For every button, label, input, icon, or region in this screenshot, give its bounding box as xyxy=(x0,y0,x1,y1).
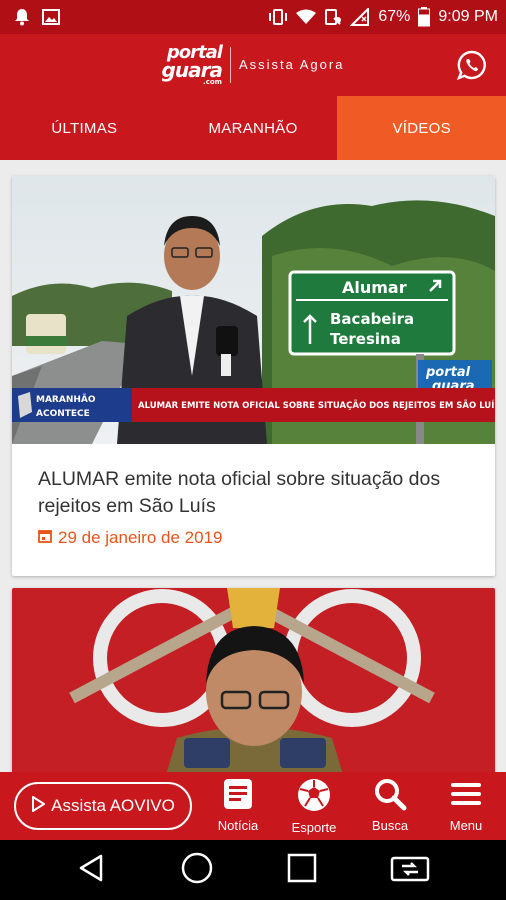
status-bar: 67% 9:09 PM xyxy=(0,0,506,34)
road-sign-bacabeira: Bacabeira xyxy=(330,310,414,328)
soccer-ball-icon xyxy=(296,777,332,816)
nav-noticia-label: Notícia xyxy=(217,818,259,833)
menu-icon xyxy=(449,777,483,814)
nav-esporte[interactable]: Esporte xyxy=(276,777,352,835)
image-notification-icon xyxy=(42,9,60,25)
program-tag-line2: ACONTECE xyxy=(36,409,90,419)
tv-watermark-line1: portal xyxy=(425,365,471,380)
portal-guara-logo: portal guara .com xyxy=(161,41,223,86)
section-tabs: ÚLTIMAS MARANHÃO VÍDEOS xyxy=(0,96,506,160)
road-sign-teresina: Teresina xyxy=(330,330,401,348)
battery-percent: 67% xyxy=(378,8,411,25)
article-date: 29 de janeiro de 2019 xyxy=(38,528,469,548)
nav-noticia[interactable]: Notícia xyxy=(200,777,276,835)
nav-esporte-label: Esporte xyxy=(291,820,337,835)
recent-apps-icon[interactable] xyxy=(287,853,317,887)
watch-live-label: Assista AOVIVO xyxy=(51,796,175,815)
logo-divider xyxy=(229,46,231,83)
bottom-navigation: Assista AOVIVO Notícia Esporte Busca Men… xyxy=(0,772,506,840)
article-card[interactable] xyxy=(12,588,495,772)
back-icon[interactable] xyxy=(77,853,107,887)
tab-ultimas[interactable]: ÚLTIMAS xyxy=(0,96,169,160)
notification-bell-icon xyxy=(14,8,30,26)
battery-icon xyxy=(418,7,431,27)
program-tag-line1: MARANHÃO xyxy=(36,394,96,405)
article-date-text: 29 de janeiro de 2019 xyxy=(58,528,223,547)
road-sign-alumar: Alumar xyxy=(342,278,407,297)
news-icon xyxy=(221,777,255,814)
nav-menu[interactable]: Menu xyxy=(428,777,504,835)
nav-menu-label: Menu xyxy=(449,818,483,833)
article-card[interactable]: Alumar Bacabeira Teresina portal guara M… xyxy=(12,176,495,576)
article-feed[interactable]: Alumar Bacabeira Teresina portal guara M… xyxy=(0,160,506,772)
system-navigation-bar xyxy=(0,840,506,900)
app-header: portal guara .com Assista Agora xyxy=(0,34,506,96)
signal-icon xyxy=(350,8,370,26)
home-icon[interactable] xyxy=(180,851,214,889)
whatsapp-icon[interactable] xyxy=(456,49,488,81)
wifi-icon xyxy=(296,9,317,25)
play-icon xyxy=(31,795,46,817)
vibrate-icon xyxy=(268,8,288,26)
search-icon xyxy=(373,777,407,814)
tab-maranhao[interactable]: MARANHÃO xyxy=(169,96,338,160)
data-saver-icon xyxy=(324,8,342,26)
watch-live-button[interactable]: Assista AOVIVO xyxy=(14,782,192,830)
assista-agora-link[interactable]: Assista Agora xyxy=(239,57,345,72)
article-body[interactable]: ALUMAR emite nota oficial sobre situação… xyxy=(12,444,495,570)
switch-sim-icon[interactable] xyxy=(390,853,430,887)
brand[interactable]: portal guara .com Assista Agora xyxy=(161,41,345,86)
article-thumbnail[interactable]: Alumar Bacabeira Teresina portal guara M… xyxy=(12,176,495,444)
article-title[interactable]: ALUMAR emite nota oficial sobre situação… xyxy=(38,466,469,520)
article-thumbnail[interactable] xyxy=(12,588,495,772)
nav-busca-label: Busca xyxy=(371,818,409,833)
news-ticker-text: ALUMAR EMITE NOTA OFICIAL SOBRE SITUAÇÃO… xyxy=(138,399,495,411)
calendar-icon xyxy=(38,528,52,548)
tab-videos[interactable]: VÍDEOS xyxy=(337,96,506,160)
clock: 9:09 PM xyxy=(438,8,498,25)
nav-busca[interactable]: Busca xyxy=(352,777,428,835)
